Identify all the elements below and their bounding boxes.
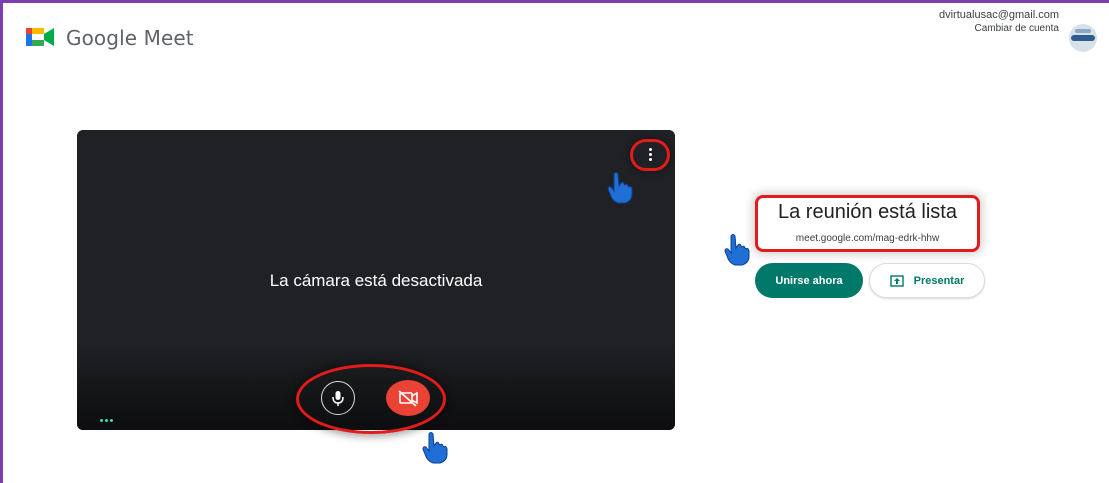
account-info: dvirtualusac@gmail.com Cambiar de cuenta bbox=[939, 9, 1059, 35]
audio-level-indicator bbox=[100, 409, 115, 427]
pointing-hand-icon bbox=[422, 432, 448, 464]
header: Google Meet dvirtualusac@gmail.com Cambi… bbox=[0, 0, 1109, 75]
app-title: Google Meet bbox=[66, 26, 194, 50]
meeting-link: meet.google.com/mag-edrk-hhw bbox=[795, 233, 940, 244]
camera-toggle-button[interactable] bbox=[386, 380, 430, 416]
camera-off-status: La cámara está desactivada bbox=[269, 271, 483, 290]
present-button[interactable]: Presentar bbox=[869, 263, 985, 298]
microphone-button[interactable] bbox=[321, 381, 355, 415]
join-now-button[interactable]: Unirse ahora bbox=[755, 263, 863, 298]
account-email: dvirtualusac@gmail.com bbox=[939, 9, 1059, 21]
more-vert-icon bbox=[649, 148, 653, 163]
switch-account-link[interactable]: Cambiar de cuenta bbox=[939, 22, 1060, 35]
pointing-hand-icon bbox=[607, 172, 633, 204]
pointing-hand-icon bbox=[724, 234, 750, 266]
more-options-button[interactable] bbox=[630, 139, 670, 171]
present-label: Presentar bbox=[913, 274, 965, 287]
avatar[interactable] bbox=[1069, 24, 1097, 52]
present-screen-icon bbox=[889, 274, 904, 287]
meet-logo-icon bbox=[26, 28, 54, 46]
mic-icon bbox=[332, 391, 344, 406]
camera-off-icon bbox=[398, 390, 418, 407]
meeting-ready-title: La reunión está lista bbox=[777, 201, 957, 223]
